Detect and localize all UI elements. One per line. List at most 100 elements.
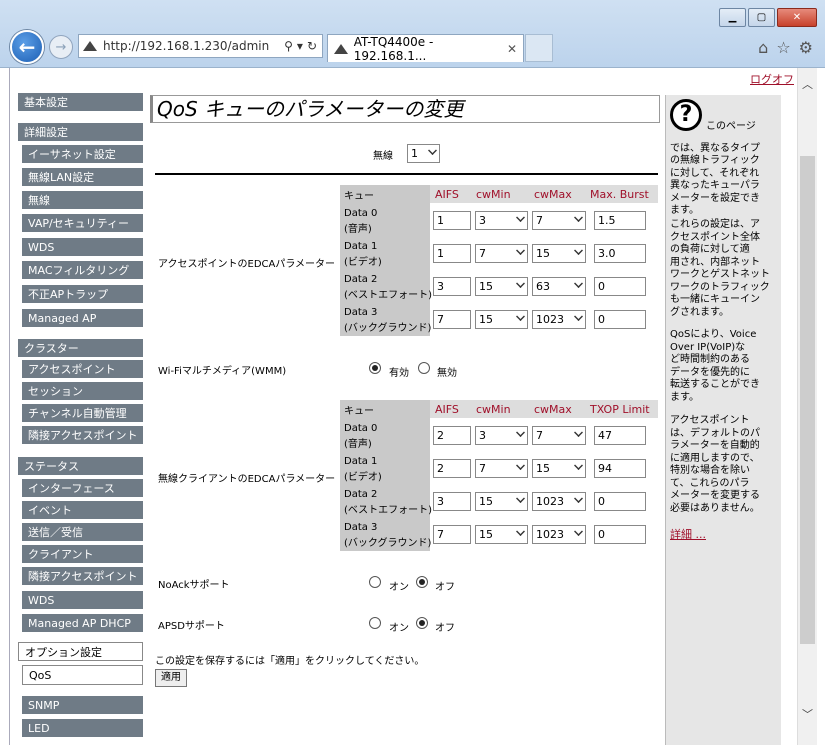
wmm-off-label: 無効 — [437, 368, 457, 379]
sidebar-item-vap[interactable]: VAP/セキュリティー — [22, 213, 143, 232]
logout-link[interactable]: ログオフ — [750, 71, 794, 87]
sidebar-item-radio[interactable]: 無線 — [22, 190, 143, 209]
sidebar-item-managed-ap[interactable]: Managed AP — [22, 308, 143, 327]
chevron-down-icon — [574, 279, 583, 288]
client-cwmax-select[interactable]: 7 — [532, 426, 586, 445]
ap-cwmin-select[interactable]: 15 — [475, 277, 528, 296]
scroll-up-icon[interactable]: ︿ — [802, 76, 813, 92]
sidebar-item-led[interactable]: LED — [22, 718, 143, 737]
ap-burst-input[interactable]: 0 — [594, 277, 646, 296]
back-button[interactable]: ← — [10, 30, 44, 64]
client-cwmax-select[interactable]: 1023 — [532, 492, 586, 511]
radio-select[interactable]: 1 — [407, 144, 440, 163]
client-header-aifs: AIFS — [435, 403, 459, 416]
dropdown-icon[interactable]: ▾ — [297, 39, 303, 53]
client-header-cwmin: cwMin — [476, 403, 511, 416]
client-cwmax-select[interactable]: 1023 — [532, 525, 586, 544]
client-aifs-input[interactable]: 2 — [433, 426, 471, 445]
sidebar-group-options[interactable]: オプション設定 — [18, 642, 143, 661]
sidebar-item-mac-filter[interactable]: MACフィルタリング — [22, 260, 143, 279]
client-aifs-input[interactable]: 7 — [433, 525, 471, 544]
ap-row-name: Data 2 — [344, 274, 378, 285]
ap-aifs-input[interactable]: 7 — [433, 310, 471, 329]
vertical-scrollbar[interactable]: ︿ ﹀ — [797, 68, 817, 745]
help-text-line: 転送することができ — [670, 379, 760, 390]
refresh-icon[interactable]: ↻ — [307, 39, 317, 53]
sidebar-item-events[interactable]: イベント — [22, 500, 143, 519]
ap-burst-input[interactable]: 1.5 — [594, 211, 646, 230]
sidebar-item-status-wds[interactable]: WDS — [22, 590, 143, 609]
chevron-down-icon — [428, 146, 437, 155]
sidebar-item-neighbor-ap[interactable]: 隣接アクセスポイント — [22, 425, 143, 444]
ap-aifs-input[interactable]: 1 — [433, 244, 471, 263]
sidebar-item-managed-ap-dhcp[interactable]: Managed AP DHCP — [22, 613, 143, 632]
client-aifs-input[interactable]: 2 — [433, 459, 471, 478]
ap-burst-input[interactable]: 0 — [594, 310, 646, 329]
client-burst-input[interactable]: 47 — [594, 426, 646, 445]
sidebar-item-tx-rx[interactable]: 送信／受信 — [22, 522, 143, 541]
sidebar-item-ethernet[interactable]: イーサネット設定 — [22, 144, 143, 163]
sidebar-group-status[interactable]: ステータス — [18, 456, 143, 475]
apsd-off-radio[interactable] — [416, 617, 428, 629]
wmm-off-radio[interactable] — [418, 362, 430, 374]
ap-aifs-input[interactable]: 3 — [433, 277, 471, 296]
sidebar-item-access-points[interactable]: アクセスポイント — [22, 359, 143, 378]
client-cwmin-select[interactable]: 15 — [475, 492, 528, 511]
sidebar-item-wds[interactable]: WDS — [22, 237, 143, 256]
sidebar-item-rogue-ap[interactable]: 不正APトラップ — [22, 284, 143, 303]
more-details-link[interactable]: 詳細 ... — [670, 526, 706, 542]
sidebar-item-channel-mgmt[interactable]: チャンネル自動管理 — [22, 403, 143, 422]
sidebar-item-status-neighbor-ap[interactable]: 隣接アクセスポイント — [22, 566, 143, 585]
ap-aifs-input[interactable]: 1 — [433, 211, 471, 230]
client-burst-input[interactable]: 0 — [594, 492, 646, 511]
address-bar[interactable]: http://192.168.1.230/admin ⚲ ▾ ↻ — [78, 34, 323, 58]
ap-cwmin-select[interactable]: 7 — [475, 244, 528, 263]
apply-button[interactable]: 適用 — [155, 669, 187, 687]
chevron-down-icon — [574, 428, 583, 437]
client-cwmin-value: 15 — [479, 495, 493, 508]
client-aifs-input[interactable]: 3 — [433, 492, 471, 511]
home-icon[interactable]: ⌂ — [758, 38, 768, 57]
sidebar-item-wlan[interactable]: 無線LAN設定 — [22, 167, 143, 186]
sidebar-item-snmp[interactable]: SNMP — [22, 695, 143, 714]
ap-header-cwmin: cwMin — [476, 188, 511, 201]
client-burst-input[interactable]: 94 — [594, 459, 646, 478]
sidebar-item-interfaces[interactable]: インターフェース — [22, 478, 143, 497]
ap-cwmax-select[interactable]: 15 — [532, 244, 586, 263]
new-tab-button[interactable] — [525, 34, 553, 62]
forward-button[interactable]: → — [49, 35, 73, 59]
close-window-button[interactable]: ✕ — [777, 8, 817, 27]
ap-cwmin-select[interactable]: 3 — [475, 211, 528, 230]
client-cwmax-select[interactable]: 15 — [532, 459, 586, 478]
ap-cwmax-select[interactable]: 7 — [532, 211, 586, 230]
noack-off-radio[interactable] — [416, 576, 428, 588]
ap-cwmin-select[interactable]: 15 — [475, 310, 528, 329]
wmm-on-radio[interactable] — [369, 362, 381, 374]
favorites-icon[interactable]: ☆ — [776, 38, 790, 57]
sidebar-group-basic[interactable]: 基本設定 — [18, 92, 143, 111]
ap-cwmax-select[interactable]: 63 — [532, 277, 586, 296]
search-icon[interactable]: ⚲ — [284, 39, 293, 53]
close-tab-icon[interactable]: ✕ — [507, 42, 517, 56]
noack-on-radio[interactable] — [369, 576, 381, 588]
client-cwmin-select[interactable]: 15 — [475, 525, 528, 544]
client-cwmin-select[interactable]: 3 — [475, 426, 528, 445]
browser-tab[interactable]: AT-TQ4400e - 192.168.1... ✕ — [327, 34, 524, 63]
sidebar-item-qos[interactable]: QoS — [22, 665, 143, 685]
help-text-line: このページ — [706, 121, 756, 132]
minimize-button[interactable]: ▁ — [719, 8, 746, 27]
settings-gear-icon[interactable]: ⚙ — [799, 38, 813, 57]
ap-cwmin-value: 7 — [479, 247, 486, 260]
client-cwmin-select[interactable]: 7 — [475, 459, 528, 478]
scroll-thumb[interactable] — [800, 156, 815, 644]
maximize-button[interactable]: ▢ — [748, 8, 775, 27]
apsd-on-radio[interactable] — [369, 617, 381, 629]
ap-cwmax-select[interactable]: 1023 — [532, 310, 586, 329]
client-burst-input[interactable]: 0 — [594, 525, 646, 544]
sidebar-item-clients[interactable]: クライアント — [22, 544, 143, 563]
sidebar-group-cluster[interactable]: クラスター — [18, 338, 143, 357]
scroll-down-icon[interactable]: ﹀ — [802, 706, 813, 722]
sidebar-group-advanced[interactable]: 詳細設定 — [18, 122, 143, 141]
sidebar-item-sessions[interactable]: セッション — [22, 381, 143, 400]
ap-burst-input[interactable]: 3.0 — [594, 244, 646, 263]
